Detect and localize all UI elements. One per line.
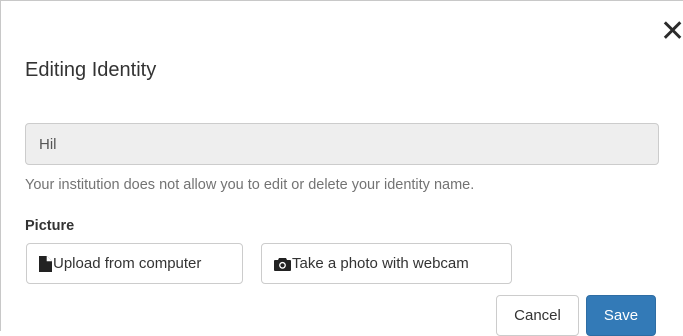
save-button-label: Save [603,307,639,324]
editing-identity-dialog: ✕ Editing Identity Your institution does… [0,0,683,336]
cancel-button-label: Cancel [514,307,561,324]
close-button[interactable]: ✕ [660,17,683,47]
close-icon: ✕ [660,15,683,48]
save-button[interactable]: Save [586,295,656,336]
take-photo-webcam-button[interactable]: Take a photo with webcam [261,243,512,284]
webcam-button-label: Take a photo with webcam [292,255,469,272]
identity-name-field[interactable] [25,123,659,165]
upload-from-computer-button[interactable]: Upload from computer [26,243,243,284]
picture-label: Picture [25,218,75,234]
camera-icon [274,257,291,271]
identity-help-text: Your institution does not allow you to e… [25,177,475,193]
upload-button-label: Upload from computer [53,255,202,272]
dialog-title: Editing Identity [25,59,157,81]
cancel-button[interactable]: Cancel [496,295,579,336]
file-icon [39,255,52,272]
